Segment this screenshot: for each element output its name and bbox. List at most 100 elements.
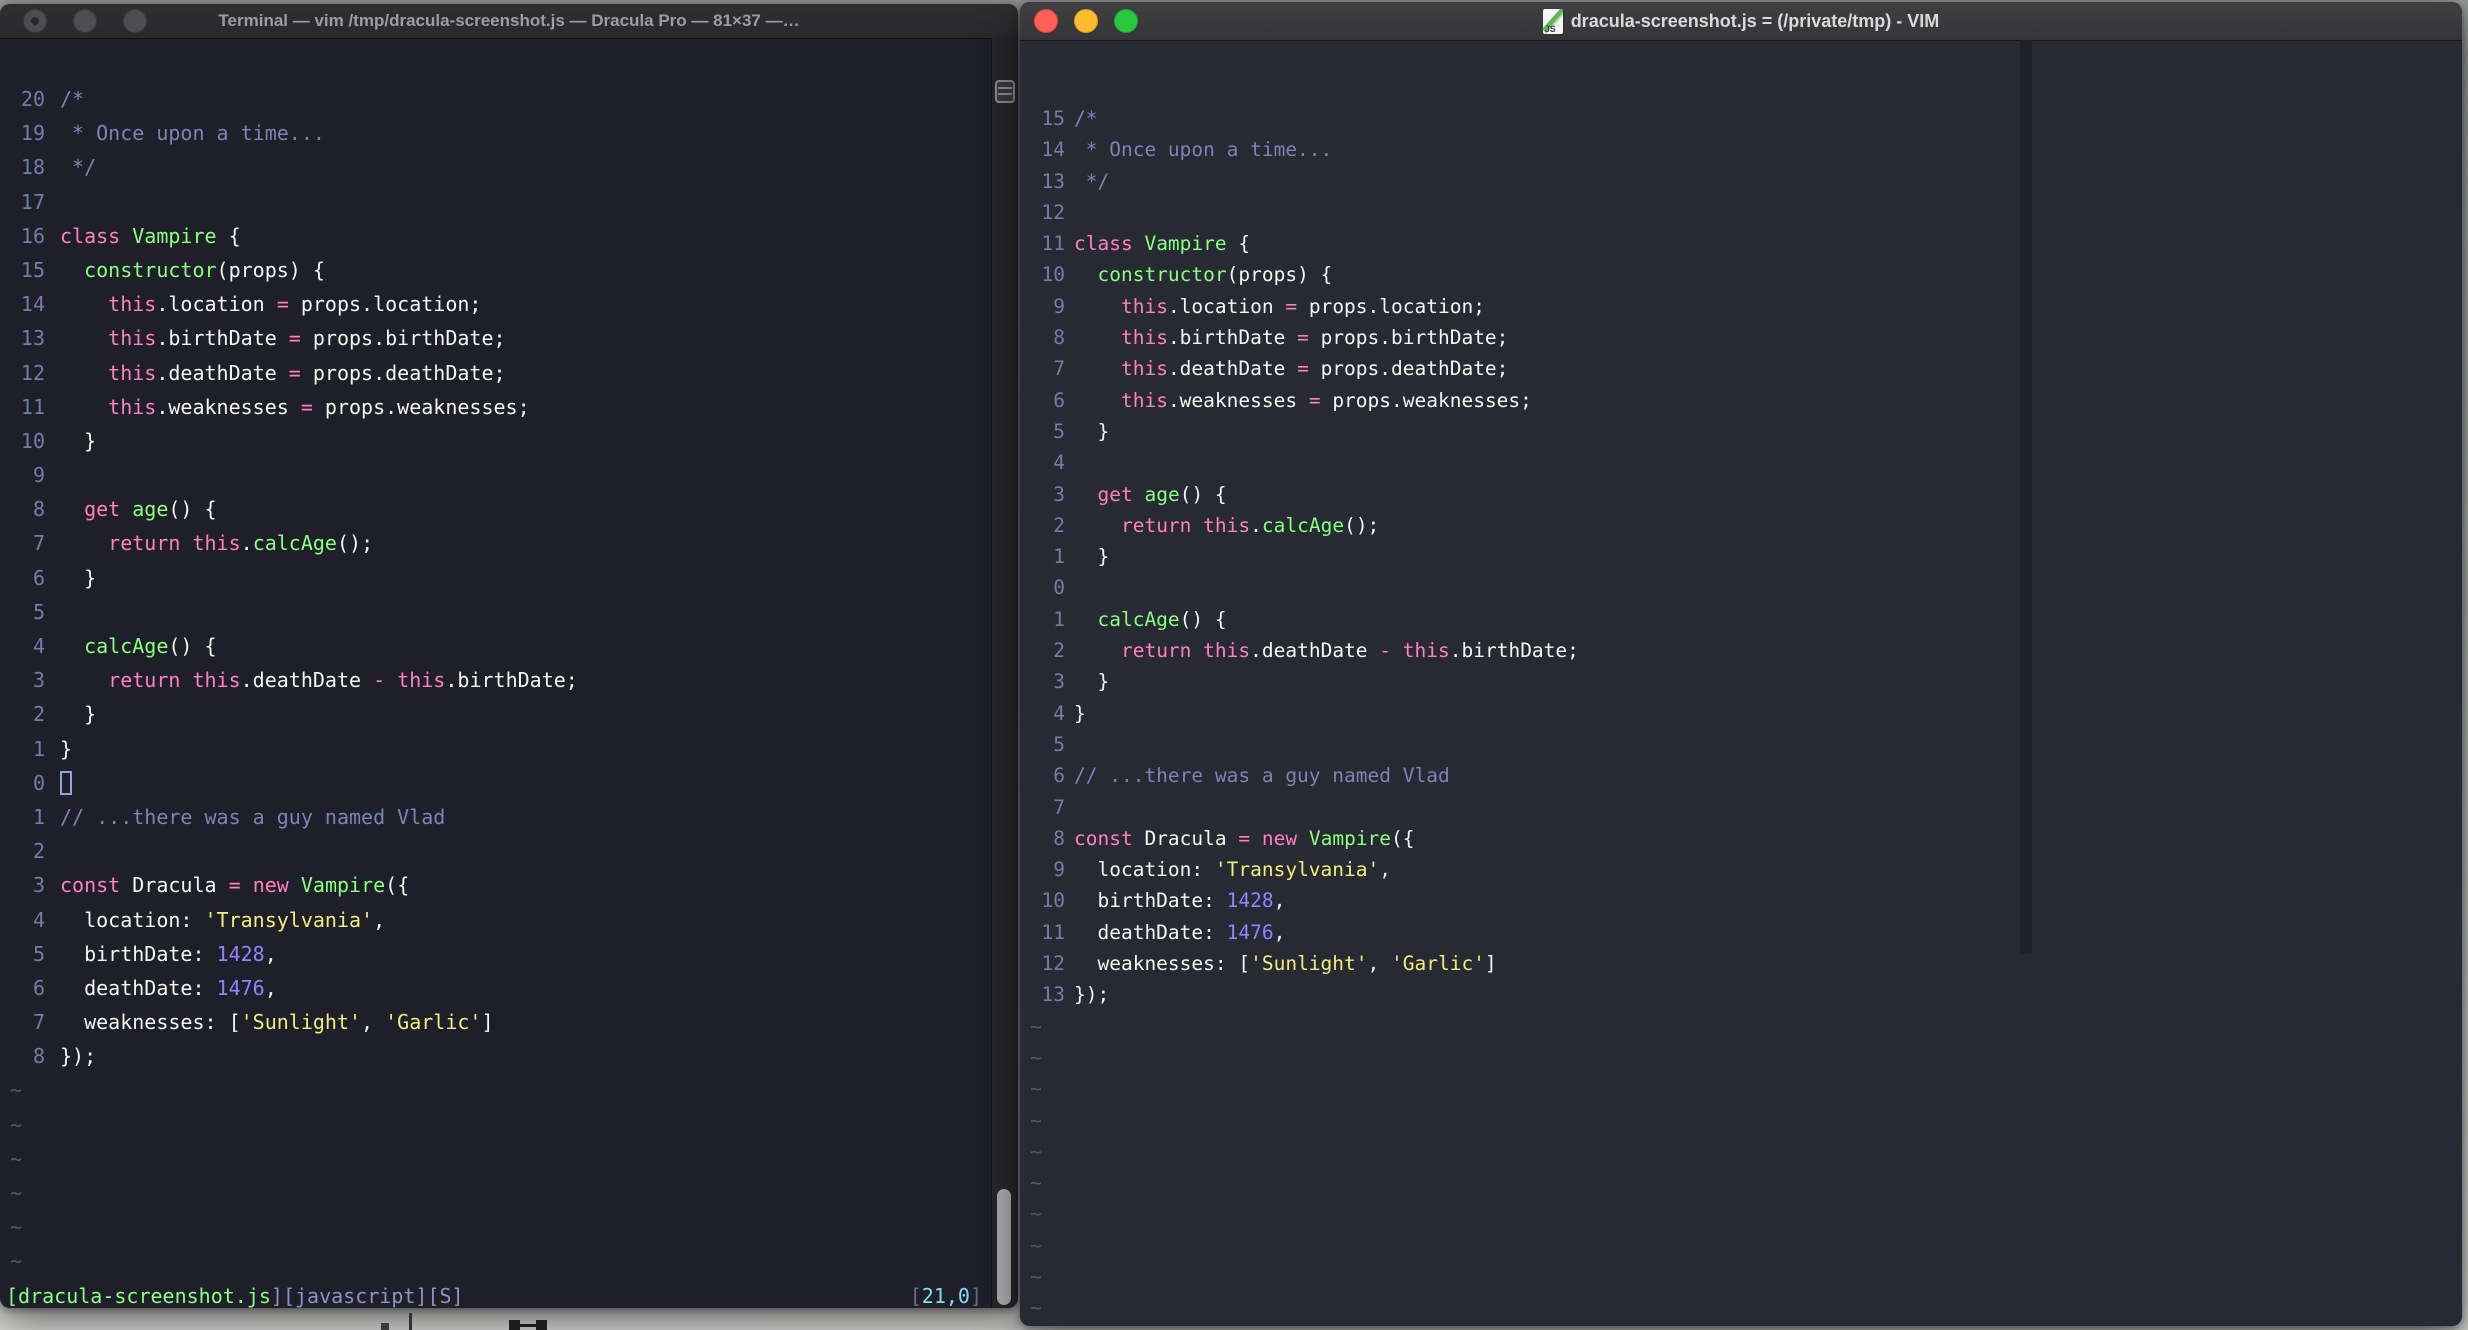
ruler-position: [21,0]: [910, 1279, 982, 1308]
line-number: 4: [32, 634, 45, 658]
code-line: 6 }: [0, 561, 1018, 595]
line-number: 4: [1053, 701, 1065, 725]
line-number: 2: [1053, 513, 1065, 537]
code-line: 2 return this.calcAge();: [1020, 510, 2462, 541]
line-number: 9: [1053, 858, 1065, 882]
line-number: 10: [1041, 889, 1065, 913]
code-token: () {: [168, 497, 217, 522]
line-number: 3: [32, 668, 45, 693]
empty-buffer-line: ~: [10, 1146, 23, 1171]
code-token: ,: [361, 1010, 386, 1035]
line-number: 16: [20, 223, 45, 248]
code-token: weaknesses: [: [1074, 952, 1251, 976]
code-line: 9: [0, 458, 1018, 492]
macvim-text-area[interactable]: 15/* 14 * Once upon a time... 13 */12 11 cla…: [1020, 40, 2462, 1326]
code-line: 13 this.birthDate = props.birthDate;: [0, 321, 1018, 355]
code-line: 1 }: [1020, 541, 2462, 572]
code-token: =: [276, 292, 289, 317]
code-line: 4: [1020, 447, 2462, 478]
line-number: 10: [1041, 263, 1065, 287]
code-token: get: [1097, 482, 1133, 506]
background-window-fragment: [409, 1313, 412, 1330]
code-token: this: [1120, 294, 1168, 318]
code-token: =: [1308, 388, 1321, 412]
line-number: 8: [1053, 326, 1065, 350]
code-token: class: [1074, 232, 1133, 256]
code-token: this: [108, 326, 157, 351]
code-token: =: [228, 873, 241, 898]
code-token: props.location;: [1297, 294, 1485, 318]
code-token: .weaknesses: [156, 394, 301, 419]
code-token: this: [1203, 639, 1251, 663]
terminal-titlebar[interactable]: Terminal — vim /tmp/dracula-screenshot.j…: [0, 4, 1018, 39]
line-number: 15: [1041, 107, 1065, 130]
line-number: 12: [1041, 952, 1065, 976]
zoom-button[interactable]: [1114, 9, 1138, 33]
code-token: [dracula-screenshot.js: [6, 1283, 271, 1308]
line-number: 0: [32, 770, 45, 795]
code-token: }: [60, 736, 73, 761]
code-token: props.birthDate;: [1308, 326, 1509, 350]
code-token: ({: [1391, 826, 1415, 850]
empty-buffer-line: ~: [1030, 1202, 1042, 1226]
split-pane-icon[interactable]: [995, 80, 1015, 103]
empty-buffer-line: ~: [1030, 1108, 1042, 1132]
code-line: 12 weaknesses: ['Sunlight', 'Garlic']: [1020, 948, 2462, 979]
zoom-button[interactable]: [123, 9, 147, 33]
macvim-titlebar[interactable]: JS dracula-screenshot.js = (/private/tmp…: [1020, 2, 2462, 41]
code-token: Vampire: [1308, 826, 1392, 850]
code-line: 4 calcAge() {: [0, 629, 1018, 663]
terminal-scrollbar-thumb[interactable]: [997, 1189, 1011, 1305]
code-line: 2: [0, 834, 1018, 868]
line-number: 11: [1041, 920, 1065, 944]
close-button[interactable]: [1034, 9, 1058, 33]
code-token: props.location;: [288, 292, 482, 317]
code-line: 1 calcAge() {: [1020, 604, 2462, 635]
code-line: 8 const Dracula = new Vampire({: [1020, 823, 2462, 854]
minimize-button[interactable]: [73, 9, 97, 33]
code-token: this: [1402, 639, 1450, 663]
code-line: 16 class Vampire {: [0, 219, 1018, 253]
code-token: props.birthDate;: [300, 326, 506, 351]
code-token: new: [1261, 826, 1298, 850]
line-number: 0: [1053, 576, 1065, 600]
empty-buffer-line: ~: [10, 1249, 23, 1274]
line-number: 10: [20, 428, 45, 453]
code-token: this: [1120, 326, 1168, 350]
terminal-vim-text-area[interactable]: 20/* 19 * Once upon a time... 18 */17 16 cla…: [0, 38, 1018, 1308]
line-number: 5: [32, 941, 45, 966]
code-token: ,: [1273, 889, 1286, 913]
code-line: 8 get age() {: [0, 492, 1018, 526]
code-line: 6 // ...there was a guy named Vlad: [1020, 760, 2462, 791]
code-line: 15 /*: [1020, 103, 2462, 134]
code-line: 0: [0, 766, 1018, 800]
code-token: /*: [60, 87, 85, 111]
code-line: 3 const Dracula = new Vampire({: [0, 868, 1018, 902]
line-number: 2: [32, 702, 45, 727]
minimize-button[interactable]: [1074, 9, 1098, 33]
line-number: 1: [1053, 607, 1065, 631]
code-token: =: [1285, 294, 1298, 318]
code-token: class: [60, 223, 121, 248]
code-token: 'Sunlight': [1250, 952, 1368, 976]
line-number: 8: [32, 1044, 45, 1069]
line-number: 6: [32, 975, 45, 1000]
line-number: 11: [1041, 232, 1065, 256]
line-number: 1: [32, 804, 45, 829]
code-line: 7 return this.calcAge();: [0, 526, 1018, 560]
code-token: const: [1074, 826, 1133, 850]
code-token: birthDate:: [1074, 889, 1227, 913]
code-token: this: [108, 394, 157, 419]
line-number: 8: [1053, 826, 1065, 850]
code-line: 10 constructor(props) {: [1020, 259, 2462, 290]
code-token: =: [1238, 826, 1251, 850]
close-button[interactable]: [23, 9, 47, 33]
code-line: 8});: [0, 1039, 1018, 1073]
code-token: ,: [1367, 952, 1391, 976]
code-line: 11 class Vampire {: [1020, 228, 2462, 259]
